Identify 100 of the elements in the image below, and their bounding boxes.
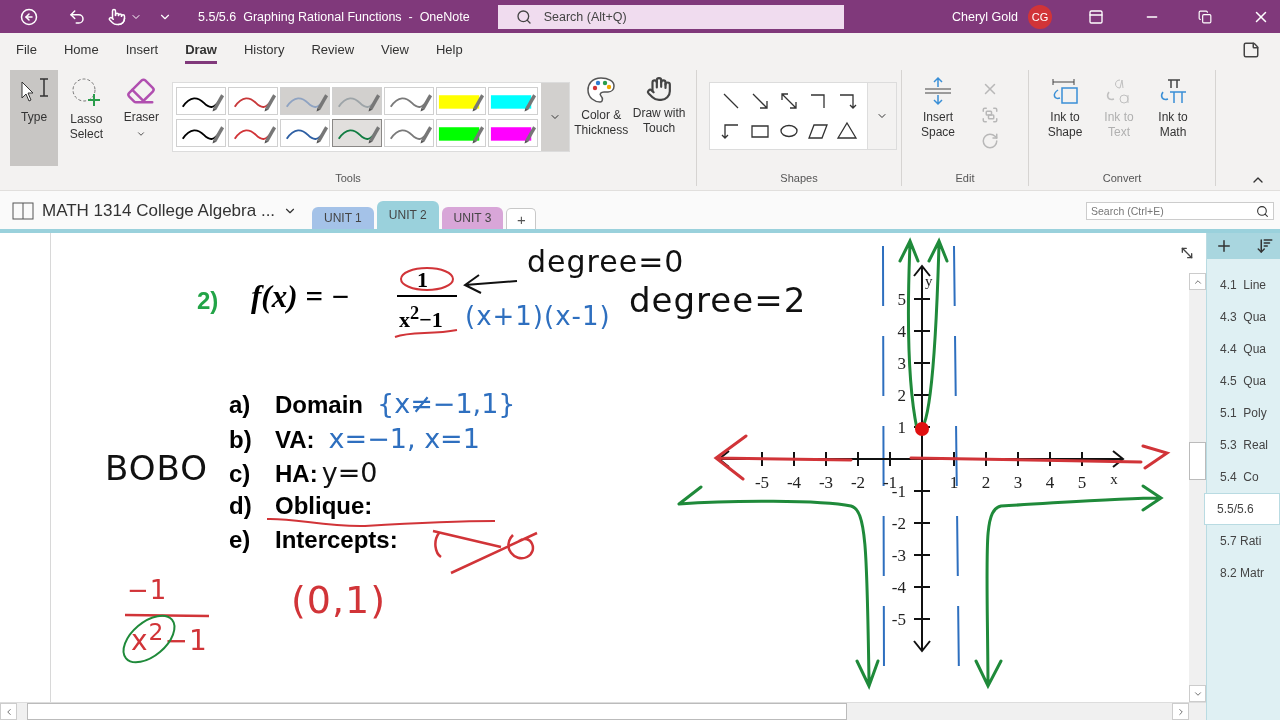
search-field[interactable]: Search (Alt+Q) <box>497 4 844 29</box>
highlighter-swatch[interactable] <box>436 119 487 147</box>
item-marker: c) <box>229 460 252 488</box>
problem-number: 2) <box>197 287 219 315</box>
handwritten-answer: x=−1, x=1 <box>328 422 480 454</box>
menu-tab[interactable]: Review <box>311 35 355 64</box>
window-title: 5.5/5.6 Graphing Rational Functions - OneNote <box>198 9 470 24</box>
highlighter-swatch[interactable] <box>488 119 539 147</box>
color-thickness-button[interactable]: Color & Thickness <box>574 70 629 166</box>
page-item[interactable]: 5.1 Poly <box>1207 397 1280 429</box>
item-marker: a) <box>229 391 252 419</box>
item-marker: e) <box>229 526 252 554</box>
pen-swatch[interactable] <box>332 119 383 147</box>
eraser-tool-button[interactable]: Eraser <box>114 70 169 166</box>
touch-hand-icon <box>646 76 673 102</box>
scroll-thumb[interactable] <box>27 703 847 720</box>
insert-space-icon <box>923 76 953 106</box>
handwritten-note: −1 <box>127 577 168 603</box>
page-item[interactable]: 5.3 Real <box>1207 429 1280 461</box>
ink-to-math-button[interactable]: Ink to Math <box>1147 70 1199 166</box>
handwritten-answer: y=0 <box>321 457 378 488</box>
tick-label: -5 <box>754 473 770 492</box>
item-marker: d) <box>229 491 253 520</box>
sort-icon[interactable] <box>1256 237 1274 255</box>
add-page-icon[interactable] <box>1215 237 1233 255</box>
handwritten-answer: {x≠−1,1} <box>377 388 516 419</box>
menu-tab[interactable]: Help <box>436 35 463 64</box>
item-label: Intercepts: <box>275 526 398 554</box>
tick-label: 1 <box>949 473 959 492</box>
ink-to-shape-button[interactable]: Ink to Shape <box>1039 70 1091 166</box>
search-icon <box>515 8 532 25</box>
page-item[interactable]: 4.3 Qua <box>1207 301 1280 333</box>
pen-swatch[interactable] <box>280 119 331 147</box>
page-item[interactable]: 4.5 Qua <box>1207 365 1280 397</box>
tick-label: -3 <box>891 546 906 565</box>
pen-swatch[interactable] <box>384 119 435 147</box>
draw-with-touch-button[interactable]: Draw with Touch <box>632 70 686 166</box>
tick-label: -3 <box>818 473 834 492</box>
type-tool-button[interactable]: Type <box>10 70 59 166</box>
handwritten-note: x$^{2}$−1 <box>131 621 208 656</box>
page-item[interactable]: 5.4 Co <box>1207 461 1280 493</box>
insert-space-button[interactable]: Insert Space <box>910 70 966 166</box>
ink-to-shape-icon <box>1050 76 1080 106</box>
scroll-thumb[interactable] <box>1189 442 1206 480</box>
tick-label: -4 <box>786 473 802 492</box>
lasso-tool-button[interactable]: Lasso Select <box>62 70 111 166</box>
section-tab[interactable]: UNIT 2 <box>376 201 439 229</box>
tick-label: -4 <box>891 578 906 597</box>
handwritten-note: (x+1)(x-1) <box>465 303 611 329</box>
item-label: HA: <box>275 460 318 488</box>
touch-mode-icon[interactable] <box>108 7 126 26</box>
undo-icon[interactable] <box>68 7 86 26</box>
ribbon-display-icon[interactable] <box>1088 8 1104 25</box>
tick-label: 5 <box>1077 473 1087 492</box>
expand-icon[interactable] <box>1179 245 1195 261</box>
tick-label: 1 <box>897 418 906 437</box>
sticky-note-icon[interactable] <box>1242 40 1260 59</box>
page-item[interactable]: 4.4 Qua <box>1207 333 1280 365</box>
handwritten-note: BOBO <box>105 451 208 485</box>
highlighter-swatch[interactable] <box>488 87 539 115</box>
menu-tab[interactable]: Draw <box>185 35 217 64</box>
user-avatar[interactable]: CG <box>1028 4 1052 29</box>
page-item[interactable]: 8.2 Matr <box>1207 557 1280 589</box>
back-icon[interactable] <box>20 7 38 26</box>
pen-swatch[interactable] <box>332 87 383 115</box>
menu-tab[interactable]: View <box>381 35 409 64</box>
section-tab[interactable]: UNIT 1 <box>312 207 374 229</box>
menu-tab[interactable]: File <box>16 35 37 64</box>
axis-label: y <box>925 273 933 289</box>
section-tab[interactable]: UNIT 3 <box>441 207 504 229</box>
tick-label: -2 <box>891 514 906 533</box>
pen-swatch[interactable] <box>228 119 279 147</box>
pen-swatch[interactable] <box>176 119 227 147</box>
notebook-picker[interactable]: MATH 1314 College Algebra ... <box>0 201 312 229</box>
menu-tab[interactable]: Home <box>63 35 99 64</box>
tick-label: 5 <box>897 290 906 309</box>
tick-label: 4 <box>1045 473 1055 492</box>
palette-icon <box>586 76 617 104</box>
pen-swatch[interactable] <box>176 87 227 115</box>
menu-tab[interactable]: Insert <box>125 35 159 64</box>
pen-swatch[interactable] <box>280 87 331 115</box>
page-item[interactable]: 5.7 Rati <box>1207 525 1280 557</box>
page-item[interactable]: 4.1 Line <box>1207 269 1280 301</box>
handwritten-note: (0,1) <box>291 581 387 619</box>
search-icon <box>1256 204 1269 218</box>
lasso-icon <box>70 76 103 108</box>
pen-swatch[interactable] <box>384 87 435 115</box>
notebook-search-field[interactable]: Search (Ctrl+E) <box>1086 202 1274 220</box>
pen-swatch[interactable] <box>228 87 279 115</box>
page-item[interactable]: 5.5/5.6 <box>1204 493 1280 525</box>
restore-icon[interactable] <box>1198 9 1212 24</box>
tick-label: 2 <box>897 386 906 405</box>
menu-tab[interactable]: History <box>243 35 285 64</box>
notebook-icon <box>12 202 34 220</box>
tick-label: 4 <box>897 322 906 341</box>
point-marker <box>915 422 929 436</box>
add-section-tab[interactable]: + <box>506 208 537 229</box>
highlighter-swatch[interactable] <box>436 87 487 115</box>
tick-label: 3 <box>897 354 906 373</box>
ink-to-math-icon <box>1158 76 1188 106</box>
